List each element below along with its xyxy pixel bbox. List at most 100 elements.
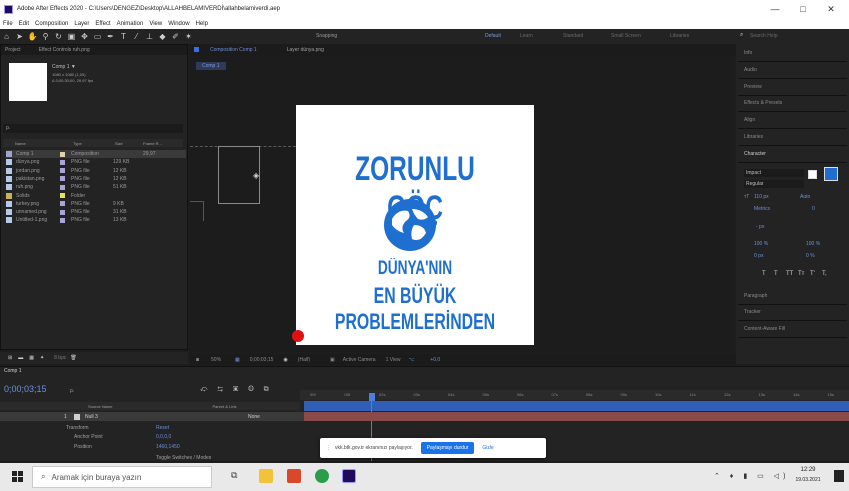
clock-time[interactable]: 12:29 <box>794 467 822 473</box>
menu-animation[interactable]: Animation <box>117 21 144 27</box>
position-value[interactable]: 1460,1450 <box>156 444 180 450</box>
hide-button[interactable]: Gizle <box>482 445 493 451</box>
project-file-row[interactable]: ruh.png PNG file 51 KB <box>6 183 186 191</box>
poster-line-2[interactable]: DÜNYA'NIN <box>329 258 500 280</box>
superscript-button[interactable]: T' <box>810 271 822 277</box>
panel-section-character[interactable]: Character <box>744 151 766 157</box>
workspace-libraries[interactable]: Libraries <box>670 33 689 39</box>
workspace-default[interactable]: Default <box>485 33 501 39</box>
stop-sharing-button[interactable]: Paylaşmayı durdur <box>420 442 475 454</box>
file-name[interactable]: dünya.png <box>16 159 60 165</box>
property-anchor-point[interactable]: Anchor Point <box>74 434 103 440</box>
search-help-input[interactable]: Search Help <box>750 33 778 39</box>
project-file-row[interactable]: pakistan.png PNG file 12 KB <box>6 175 186 183</box>
timeline-timecode[interactable]: 0;00;03;15 <box>4 384 47 394</box>
poster-line-3[interactable]: EN BÜYÜK PROBLEMLERİNDEN <box>296 283 534 335</box>
transform-reset-link[interactable]: Reset <box>156 425 169 431</box>
task-view-icon[interactable]: ⧉ <box>231 470 237 481</box>
file-name[interactable]: jordan.png <box>16 168 60 174</box>
panel-section-libraries[interactable]: Libraries <box>744 134 763 140</box>
new-folder-icon[interactable]: ▬ <box>18 355 23 361</box>
file-name[interactable]: Untitled-1.png <box>16 217 60 223</box>
faux-bold-button[interactable]: T <box>762 271 774 277</box>
project-file-row[interactable]: unnamed.png PNG file 31 KB <box>6 208 186 216</box>
workspace-small-screen[interactable]: Small Screen <box>611 33 641 39</box>
transform-group[interactable]: Transform <box>66 425 89 431</box>
exposure-offset[interactable]: +0,0 <box>430 357 440 363</box>
stamp-tool-icon[interactable]: ⊥ <box>143 32 156 41</box>
file-name[interactable]: Solids <box>16 193 60 199</box>
stroke-width-field[interactable]: - px <box>756 224 764 230</box>
playhead-handle[interactable] <box>369 393 375 401</box>
column-type[interactable]: Type <box>73 141 115 146</box>
label-color-swatch[interactable] <box>60 151 65 157</box>
anchor-point-value[interactable]: 0,0,0,0 <box>156 434 171 440</box>
panel-section-info[interactable]: Info <box>744 50 752 56</box>
layer-parent-select[interactable]: None <box>248 414 260 420</box>
file-name[interactable]: ruh.png <box>16 184 60 190</box>
zoom-tool-icon[interactable]: ⚲ <box>39 32 52 41</box>
eraser-tool-icon[interactable]: ◆ <box>156 32 169 41</box>
label-color-swatch[interactable] <box>60 209 65 215</box>
after-effects-taskbar-icon[interactable] <box>342 469 356 483</box>
baseline-shift-field[interactable]: 0 px <box>754 253 763 259</box>
small-caps-button[interactable]: Tт <box>798 271 810 277</box>
type-tool-icon[interactable]: T <box>117 32 130 41</box>
panel-section-preview[interactable]: Preview <box>744 84 762 90</box>
column-parent-link[interactable]: Parent & Link <box>212 404 236 409</box>
timeline-search-input[interactable]: ρ. <box>70 388 74 394</box>
rotate-tool-icon[interactable]: ↻ <box>52 32 65 41</box>
brush-tool-icon[interactable]: ⁄ <box>130 32 143 41</box>
view-options-icon[interactable]: ⌥ <box>408 357 414 363</box>
project-file-row[interactable]: dünya.png PNG file 129 KB <box>6 158 186 166</box>
column-source-name[interactable]: Source Name <box>88 404 112 409</box>
maximize-button[interactable]: □ <box>789 0 817 18</box>
selection-tool-icon[interactable]: ➤ <box>13 32 26 41</box>
layer-duration-bar[interactable] <box>304 412 849 421</box>
close-button[interactable]: ✕ <box>817 0 845 18</box>
label-color-swatch[interactable] <box>60 193 65 198</box>
minimize-button[interactable]: — <box>761 0 789 18</box>
search-icon[interactable]: ⌕ <box>740 32 743 39</box>
leading-field[interactable]: Auto <box>800 194 810 200</box>
label-color-swatch[interactable] <box>60 176 65 182</box>
windows-start-icon[interactable] <box>12 471 24 483</box>
workspace-standard[interactable]: Standard <box>563 33 583 39</box>
panel-section-align[interactable]: Align <box>744 117 755 123</box>
menu-layer[interactable]: Layer <box>74 21 89 27</box>
transparency-icon[interactable]: ▣ <box>330 357 335 363</box>
all-caps-button[interactable]: TT <box>786 271 798 277</box>
viewer-timecode[interactable]: 0;00;03;15 <box>250 357 274 363</box>
anchor-point-icon[interactable]: ◈ <box>253 171 259 180</box>
menu-composition[interactable]: Composition <box>35 21 68 27</box>
globe-icon[interactable] <box>382 197 438 253</box>
interpret-footage-icon[interactable]: ⊞ <box>8 355 12 361</box>
new-comp-icon[interactable]: ▦ <box>29 355 34 361</box>
file-name[interactable]: pakistan.png <box>16 176 60 182</box>
camera-tool-icon[interactable]: ▣ <box>65 32 78 41</box>
timeline-switch-icons[interactable]: ⤽ ⇆ ▣ ◍ ⧉ <box>200 386 273 394</box>
label-color-swatch[interactable] <box>60 201 65 207</box>
taskbar-search-box[interactable]: ⌕ Aramak için buraya yazın <box>32 466 212 488</box>
subscript-button[interactable]: T, <box>822 271 834 277</box>
roto-brush-icon[interactable]: ✐ <box>169 32 182 41</box>
toggle-switches-modes[interactable]: Toggle Switches / Modes <box>156 455 211 461</box>
mail-app-icon[interactable] <box>287 469 301 483</box>
layer-name[interactable]: Null 3 <box>85 414 98 420</box>
panel-section-audio[interactable]: Audio <box>744 67 757 73</box>
lock-icon[interactable] <box>194 47 199 52</box>
project-file-row[interactable]: Untitled-1.png PNG file 13 KB <box>6 216 186 224</box>
fill-color-swatch[interactable] <box>824 167 838 181</box>
property-position[interactable]: Position <box>74 444 92 450</box>
panel-section-content-aware-fill[interactable]: Content-Aware Fill <box>744 326 785 332</box>
panel-section-tracker[interactable]: Tracker <box>744 309 761 315</box>
rectangle-tool-icon[interactable]: ▭ <box>91 32 104 41</box>
tab-project[interactable]: Project <box>5 47 21 53</box>
label-color-swatch[interactable] <box>60 159 65 165</box>
font-family-select[interactable]: Impact <box>744 169 804 177</box>
tsume-field[interactable]: 0 % <box>806 253 815 259</box>
snapshot-icon[interactable]: ◉ <box>283 357 287 363</box>
tab-composition[interactable]: Composition Comp 1 <box>210 47 257 53</box>
system-tray-icons[interactable]: ⌃ ♦ ▮ ▭ ◁) <box>714 472 789 480</box>
menu-effect[interactable]: Effect <box>95 21 110 27</box>
